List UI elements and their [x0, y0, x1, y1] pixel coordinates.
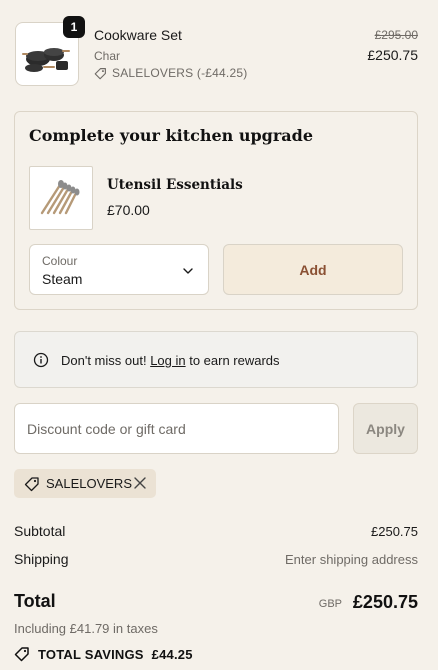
upsell-card: Complete your kitchen upgrade Utensil Es… [14, 111, 418, 310]
colour-select-value: Steam [42, 271, 83, 287]
colour-select[interactable]: Colour Steam [29, 244, 209, 295]
product-price: £250.75 [367, 47, 418, 63]
notice-suffix: to earn rewards [185, 353, 280, 368]
total-savings: TOTAL SAVINGS £44.25 [14, 646, 193, 662]
savings-label: TOTAL SAVINGS [38, 646, 144, 662]
upsell-product-name: Utensil Essentials [107, 177, 243, 193]
quantity-badge: 1 [63, 16, 85, 38]
apply-button[interactable]: Apply [353, 403, 418, 454]
tag-icon [14, 647, 29, 662]
chevron-down-icon [183, 268, 193, 274]
utensils-image [40, 180, 80, 215]
total-currency: GBP [318, 598, 342, 610]
shipping-label: Shipping [14, 551, 69, 567]
tag-icon [94, 67, 106, 79]
applied-code: SALELOVERS [46, 476, 132, 491]
upsell-thumbnail [29, 166, 93, 230]
close-icon[interactable] [133, 476, 147, 490]
info-icon [33, 352, 49, 368]
tax-line: Including £41.79 in taxes [14, 621, 158, 636]
product-name: Cookware Set [94, 27, 182, 43]
product-variant: Char [94, 49, 121, 63]
applied-discount-chip: SALELOVERS [14, 469, 156, 498]
product-discount-text: SALELOVERS (-£44.25) [112, 66, 248, 80]
rewards-notice: Don't miss out! Log in to earn rewards [14, 331, 418, 388]
subtotal-label: Subtotal [14, 523, 66, 539]
discount-code-input[interactable] [14, 403, 339, 454]
notice-text: Don't miss out! Log in to earn rewards [61, 353, 280, 368]
product-discount: SALELOVERS (-£44.25) [94, 66, 247, 80]
subtotal-value: £250.75 [371, 524, 418, 539]
colour-select-label: Colour [42, 254, 78, 268]
total-label: Total [14, 591, 56, 611]
upsell-price: £70.00 [107, 202, 150, 218]
savings-value: £44.25 [151, 646, 193, 662]
login-link[interactable]: Log in [150, 353, 185, 368]
total-value: £250.75 [352, 592, 418, 612]
original-price: £295.00 [374, 28, 418, 42]
tag-icon [24, 476, 39, 491]
upsell-title: Complete your kitchen upgrade [29, 126, 314, 145]
notice-prefix: Don't miss out! [61, 353, 151, 368]
shipping-value: Enter shipping address [285, 552, 418, 567]
add-upsell-button[interactable]: Add [223, 244, 403, 295]
